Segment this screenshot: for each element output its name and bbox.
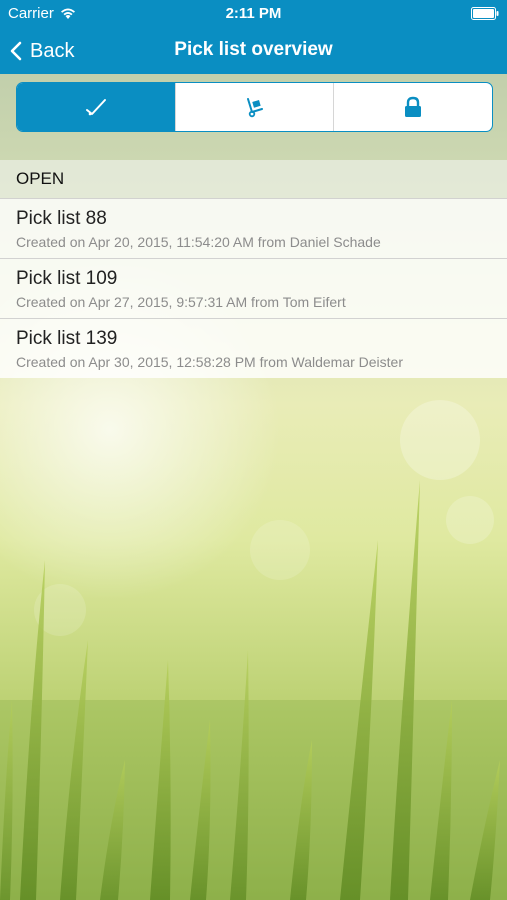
section-title: OPEN	[16, 169, 65, 188]
status-time: 2:11 PM	[225, 5, 282, 22]
status-bar: Carrier 2:11 PM	[0, 0, 507, 28]
lock-icon	[405, 96, 422, 117]
pick-list: Pick list 88 Created on Apr 20, 2015, 11…	[0, 198, 507, 378]
check-icon	[85, 99, 106, 116]
segment-open[interactable]	[17, 83, 175, 131]
section-header-open: OPEN	[0, 160, 507, 198]
pick-list-subtitle: Created on Apr 20, 2015, 11:54:20 AM fro…	[16, 234, 381, 250]
battery-icon	[471, 7, 499, 20]
pick-list-title: Pick list 109	[16, 268, 118, 289]
pick-list-item[interactable]: Pick list 139 Created on Apr 30, 2015, 1…	[0, 318, 507, 378]
pick-list-item[interactable]: Pick list 109 Created on Apr 27, 2015, 9…	[0, 258, 507, 318]
header-bar: Carrier 2:11 PM Back Pick list overview	[0, 0, 507, 74]
pick-list-subtitle: Created on Apr 27, 2015, 9:57:31 AM from…	[16, 294, 346, 310]
page-title: Pick list overview	[174, 39, 333, 60]
pick-list-title: Pick list 88	[16, 208, 107, 229]
pick-list-subtitle: Created on Apr 30, 2015, 12:58:28 PM fro…	[16, 354, 404, 370]
pick-list-item[interactable]: Pick list 88 Created on Apr 20, 2015, 11…	[0, 198, 507, 258]
segment-in-progress[interactable]	[174, 83, 334, 131]
pick-list-title: Pick list 139	[16, 328, 118, 349]
segmented-control	[16, 82, 493, 132]
segment-locked[interactable]	[333, 83, 492, 131]
segment-area	[0, 74, 507, 160]
navigation-bar: Back Pick list overview	[0, 28, 507, 74]
hand-truck-icon	[246, 98, 263, 118]
